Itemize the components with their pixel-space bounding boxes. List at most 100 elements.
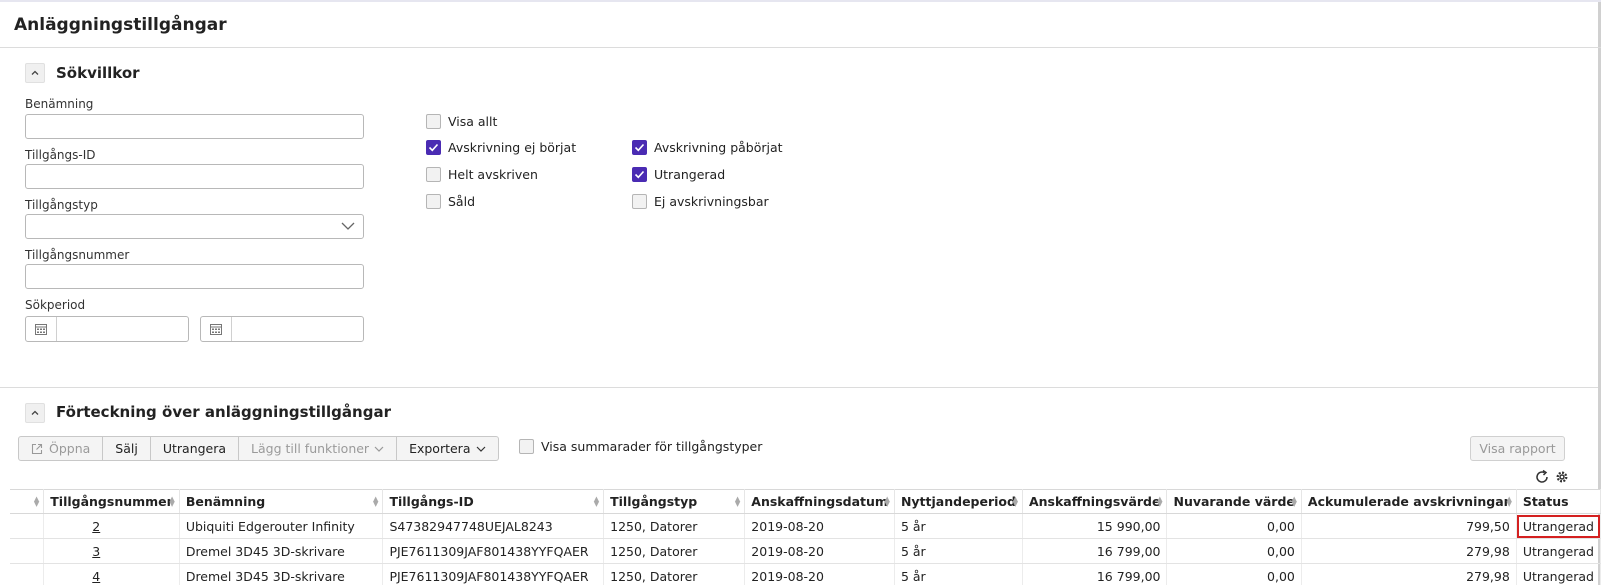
tillgangs-id-input[interactable] — [25, 164, 364, 189]
column-header[interactable]: Nuvarande värde ▲ ▼ — [1166, 489, 1302, 514]
utrangera-label: Utrangera — [162, 441, 227, 456]
nuvarande-varde-cell: 0,00 — [1166, 513, 1302, 539]
list-section-title: Förteckning över anläggningstillgångar — [56, 403, 391, 421]
column-header[interactable]: Tillgångs-ID ▲ ▼ — [382, 489, 605, 514]
benamning-cell: Dremel 3D45 3D-skrivare — [179, 563, 384, 585]
column-header-label: Anskaffningsvärde — [1028, 494, 1161, 509]
sokperiod-from-input[interactable] — [25, 316, 189, 342]
nuvarande-varde-cell: 0,00 — [1166, 538, 1302, 564]
search-collapse-button[interactable] — [25, 63, 45, 83]
tillgangstyp-select[interactable] — [25, 214, 364, 239]
checkbox-box[interactable] — [426, 194, 441, 209]
benamning-label: Benämning — [25, 97, 94, 111]
sokperiod-to-input[interactable] — [200, 316, 364, 342]
column-header[interactable]: Nyttjandeperiod ▲ ▼ — [894, 489, 1023, 514]
checkmark-icon — [428, 143, 439, 152]
row-select-cell[interactable] — [10, 538, 45, 564]
list-collapse-button[interactable] — [25, 403, 45, 423]
tillgangstyp-label: Tillgångstyp — [25, 198, 98, 212]
anskaffningsdatum-cell: 2019-08-20 — [744, 563, 895, 585]
column-header[interactable]: Tillgångstyp ▲ ▼ — [603, 489, 746, 514]
lagg-till-label: Lägg till funktioner — [251, 441, 370, 456]
checkbox-visa-summarader[interactable]: Visa summarader för tillgångstyper — [519, 439, 762, 454]
column-header[interactable]: Anskaffningsdatum ▲ ▼ — [744, 489, 895, 514]
checkbox-box[interactable] — [426, 114, 441, 129]
checkbox-box[interactable] — [632, 194, 647, 209]
column-header-label: Tillgångs-ID — [389, 494, 474, 509]
column-header-select[interactable]: ▲ ▼ — [10, 489, 45, 514]
salj-button[interactable]: Sälj — [102, 436, 151, 461]
checkbox-avskrivning-paborjat[interactable]: Avskrivning påbörjat — [632, 140, 783, 155]
checkbox-ej-avskrivningsbar[interactable]: Ej avskrivningsbar — [632, 194, 769, 209]
column-header[interactable]: Status — [1516, 489, 1601, 514]
tillgangstyp-cell: 1250, Datorer — [603, 563, 746, 585]
column-header[interactable]: Benämning ▲ ▼ — [179, 489, 384, 514]
oppna-button[interactable]: Öppna — [18, 436, 104, 461]
checkbox-label: Visa summarader för tillgångstyper — [541, 439, 763, 454]
row-select-cell[interactable] — [10, 513, 45, 539]
tillgangsnummer-cell[interactable]: 3 — [43, 538, 180, 564]
tillgangsnummer-input[interactable] — [25, 264, 364, 289]
checkbox-avskrivning-ej-borjat[interactable]: Avskrivning ej börjat — [426, 140, 576, 155]
column-header[interactable]: Anskaffningsvärde ▲ ▼ — [1022, 489, 1168, 514]
checkbox-sald[interactable]: Såld — [426, 194, 475, 209]
tillgangsnummer-link[interactable]: 4 — [92, 569, 100, 584]
exportera-button[interactable]: Exportera — [396, 436, 499, 461]
exportera-label: Exportera — [409, 441, 471, 456]
column-header[interactable]: Ackumulerade avskrivningar ▲ ▼ — [1301, 489, 1517, 514]
nyttjandeperiod-cell: 5 år — [894, 538, 1023, 564]
external-link-icon — [31, 443, 43, 454]
sort-icon: ▲ ▼ — [169, 495, 175, 508]
checkbox-visa-allt[interactable]: Visa allt — [426, 114, 497, 129]
checkmark-icon — [634, 170, 645, 179]
sort-icon: ▲ ▼ — [884, 495, 890, 508]
column-header-label: Anskaffningsdatum — [751, 494, 888, 509]
checkbox-box[interactable] — [426, 167, 441, 182]
table-row[interactable]: 3 Dremel 3D45 3D-skrivare PJE7611309JAF8… — [10, 538, 1601, 564]
ackumulerade-avskrivningar-cell: 279,98 — [1301, 538, 1517, 564]
checkbox-utrangerad[interactable]: Utrangerad — [632, 167, 725, 182]
tillgangsnummer-cell[interactable]: 2 — [43, 513, 180, 539]
sort-icon: ▲ ▼ — [1157, 495, 1163, 508]
checkbox-box[interactable] — [632, 140, 647, 155]
column-header[interactable]: Tillgångsnummer ▲ ▼ — [43, 489, 180, 514]
checkbox-box[interactable] — [632, 167, 647, 182]
gear-icon[interactable] — [1555, 468, 1569, 486]
table-row[interactable]: 4 Dremel 3D45 3D-skrivare PJE7611309JAF8… — [10, 563, 1601, 585]
visa-rapport-label: Visa rapport — [1479, 441, 1556, 456]
oppna-label: Öppna — [49, 441, 91, 456]
anskaffningsdatum-cell: 2019-08-20 — [744, 538, 895, 564]
checkbox-box[interactable] — [519, 439, 534, 454]
checkbox-label: Utrangerad — [654, 167, 726, 182]
checkbox-label: Ej avskrivningsbar — [654, 194, 769, 209]
status-cell: Utrangerad — [1516, 563, 1601, 585]
tillgangs-id-cell: PJE7611309JAF801438YYFQAER — [382, 538, 605, 564]
sokperiod-label: Sökperiod — [25, 298, 86, 312]
list-toolbar: Öppna Sälj Utrangera Lägg till funktione… — [18, 436, 499, 461]
column-header-label: Nyttjandeperiod — [900, 494, 1016, 509]
checkbox-label: Helt avskriven — [448, 167, 538, 182]
calendar-icon[interactable] — [26, 317, 57, 341]
tillgangs-id-cell: PJE7611309JAF801438YYFQAER — [382, 563, 605, 585]
tillgangsnummer-link[interactable]: 2 — [92, 519, 100, 534]
row-select-cell[interactable] — [10, 563, 45, 585]
column-header-label: Tillgångsnummer — [50, 494, 173, 509]
calendar-icon[interactable] — [201, 317, 232, 341]
column-header-label: Nuvarande värde — [1173, 494, 1295, 509]
status-cell: Utrangerad — [1516, 538, 1601, 564]
checkbox-box[interactable] — [426, 140, 441, 155]
checkbox-helt-avskriven[interactable]: Helt avskriven — [426, 167, 538, 182]
search-section-title: Sökvillkor — [56, 64, 140, 82]
visa-rapport-button[interactable]: Visa rapport — [1470, 436, 1565, 461]
refresh-icon[interactable] — [1534, 469, 1550, 485]
anskaffningsvarde-cell: 16 799,00 — [1022, 538, 1168, 564]
benamning-input[interactable] — [25, 114, 364, 139]
tillgangsnummer-cell[interactable]: 4 — [43, 563, 180, 585]
utrangera-button[interactable]: Utrangera — [149, 436, 240, 461]
tillgangsnummer-link[interactable]: 3 — [92, 544, 100, 559]
nyttjandeperiod-cell: 5 år — [894, 563, 1023, 585]
anskaffningsvarde-cell: 15 990,00 — [1022, 513, 1168, 539]
lagg-till-funktioner-button[interactable]: Lägg till funktioner — [238, 436, 398, 461]
sort-icon: ▲ ▼ — [33, 495, 40, 508]
table-row[interactable]: 2 Ubiquiti Edgerouter Infinity S47382947… — [10, 513, 1601, 539]
